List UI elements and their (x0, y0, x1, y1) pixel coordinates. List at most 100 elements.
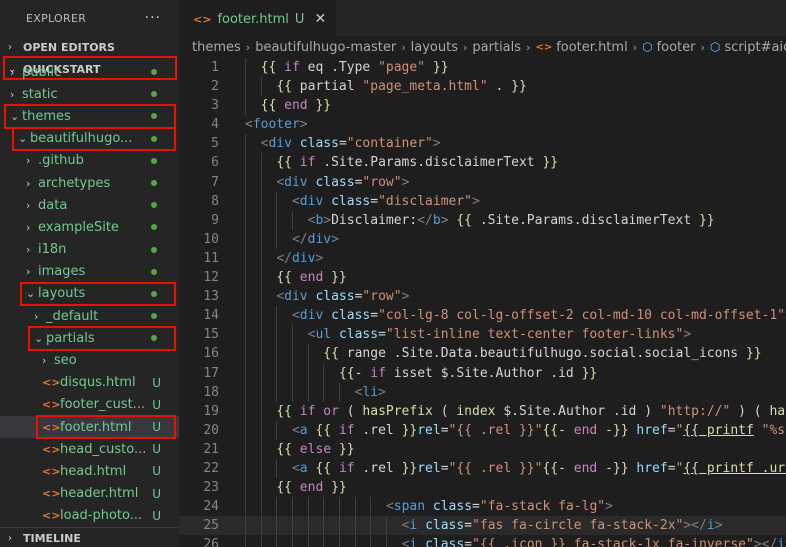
code-line[interactable]: 10 </div> (179, 229, 786, 249)
line-number: 25 (203, 518, 219, 534)
tree-item-layouts[interactable]: ⌄ layouts (0, 283, 179, 305)
more-actions-icon[interactable]: ··· (145, 10, 161, 26)
code-text: {{ partial "page_meta.html" . }} (276, 77, 526, 96)
tree-item-themes[interactable]: ⌄ themes (0, 105, 179, 127)
breadcrumb-item[interactable]: script#aioa-adap (724, 40, 786, 55)
code-editor[interactable]: 1 {{ if eq .Type "page" }} 2 {{ partial "pa… (179, 58, 786, 547)
tree-item-data[interactable]: › data (0, 194, 179, 216)
code-line[interactable]: 11 </div> (179, 248, 786, 269)
code-token: < (291, 193, 300, 209)
code-line[interactable]: 20 <a {{ if .rel }}rel="{{ .rel }}"{{- en… (179, 420, 786, 440)
code-token: > (440, 212, 449, 228)
code-line[interactable]: 9 <b>Disclaimer:</b> {{ .Site.Params.disc… (179, 210, 786, 230)
breadcrumb-item[interactable]: partials (472, 40, 521, 55)
indent-guide (260, 420, 262, 440)
code-text: </div> (276, 249, 323, 268)
code-line[interactable]: 3 {{ end }} (179, 96, 786, 116)
indent-guide (385, 535, 387, 547)
open-editors-label: OPEN EDITORS (23, 40, 115, 54)
indent-guide (260, 478, 262, 498)
tree-item-i18n[interactable]: › i18n (0, 239, 179, 261)
git-status-dot (151, 335, 157, 342)
code-line[interactable]: 13 <div class="row"> (179, 287, 786, 307)
code-token: if (338, 422, 355, 438)
tab-footer-html[interactable]: <> footer.html U ✕ (179, 0, 337, 37)
indent-guide (276, 325, 278, 345)
code-line[interactable]: 16 {{ range .Site.Data.beautifulhugo.soci… (179, 344, 786, 364)
tree-item-default[interactable]: › _default (0, 305, 179, 327)
code-line[interactable]: 18 <li> (179, 382, 786, 402)
code-token: "fa-stack fa-lg" (479, 499, 606, 515)
close-icon[interactable]: ✕ (314, 11, 326, 27)
code-line[interactable]: 6 {{ if .Site.Params.disclaimerText }} (179, 153, 786, 173)
tree-item-label: i18n (38, 242, 67, 258)
tree-item-exampleSite[interactable]: › exampleSite (0, 216, 179, 238)
indent-guide (260, 191, 262, 211)
breadcrumb-item[interactable]: beautifulhugo-master (255, 40, 396, 55)
timeline-section[interactable]: › TIMELINE (0, 527, 179, 547)
html-element-icon: ⬡ (709, 40, 721, 54)
code-line[interactable]: 15 <ul class="list-inline text-center foo… (179, 325, 786, 345)
tree-item-head_custom[interactable]: <> head_custo... U (0, 438, 179, 460)
code-line[interactable]: 17 {{- if isset $.Site.Author .id }} (179, 363, 786, 383)
tree-item-footer[interactable]: <> footer.html U (0, 416, 179, 439)
tree-item-load_photo[interactable]: <> load-photo... U (0, 505, 179, 527)
tree-item-disqus[interactable]: <> disqus.html U (0, 372, 179, 394)
tree-item-github[interactable]: › .github (0, 150, 179, 172)
code-line[interactable]: 2 {{ partial "page_meta.html" . }} (179, 77, 786, 97)
breadcrumb-item[interactable]: themes (192, 40, 241, 55)
code-line[interactable]: 23 {{ end }} (179, 478, 786, 498)
code-line[interactable]: 24 <span class="fa-stack fa-lg"> (179, 497, 786, 517)
tree-item-partials[interactable]: ⌄ partials (0, 327, 179, 349)
code-token: = (370, 308, 379, 324)
indent-guide (323, 516, 325, 536)
code-line[interactable]: 12 {{ end }} (179, 268, 786, 288)
timeline-label: TIMELINE (23, 531, 81, 545)
code-token: > (683, 327, 692, 343)
code-token: "%s" (761, 422, 786, 438)
code-line[interactable]: 5 <div class="container"> (179, 134, 786, 154)
tree-item-seo[interactable]: › seo (0, 349, 179, 371)
code-token: }} (745, 346, 762, 362)
indent-guide (245, 497, 246, 517)
code-line[interactable]: 21 {{ else }} (179, 439, 786, 459)
line-number: 12 (203, 270, 219, 286)
html-file-icon: <> (193, 12, 212, 26)
code-line[interactable]: 1 {{ if eq .Type "page" }} (179, 58, 786, 78)
tree-item-public[interactable]: › public (0, 61, 179, 83)
tree-item-beautifulhugo[interactable]: ⌄ beautifulhugo... (0, 128, 179, 150)
breadcrumb-item[interactable]: footer.html (556, 40, 627, 55)
indent-guide (276, 344, 278, 364)
code-token: class (425, 518, 465, 534)
breadcrumb-item[interactable]: layouts (411, 40, 458, 55)
tree-item-images[interactable]: › images (0, 261, 179, 283)
tree-item-header[interactable]: <> header.html U (0, 483, 179, 505)
code-text: <div class="disclaimer"> (292, 192, 480, 211)
line-number: 7 (211, 174, 219, 190)
tree-item-head[interactable]: <> head.html U (0, 460, 179, 482)
tree-item-footer_custom[interactable]: <> footer_cust... U (0, 394, 179, 416)
tree-item-static[interactable]: › static (0, 83, 179, 105)
code-line[interactable]: 4 <footer> (179, 115, 786, 134)
indent-guide (245, 439, 246, 459)
tree-item-archetypes[interactable]: › archetypes (0, 172, 179, 194)
code-line[interactable]: 7 <div class="row"> (179, 172, 786, 192)
breadcrumb-item[interactable]: footer (657, 40, 696, 55)
indent-guide (260, 439, 262, 459)
indent-guide (354, 516, 356, 536)
open-editors-section[interactable]: › OPEN EDITORS (0, 36, 179, 58)
indent-guide (338, 382, 340, 402)
code-line[interactable]: 22 <a {{ if .rel }}rel="{{ .rel }}"{{- en… (179, 458, 786, 479)
code-line[interactable]: 8 <div class="disclaimer"> (179, 191, 786, 211)
indent-guide (245, 287, 246, 307)
code-token: = (378, 327, 386, 343)
code-line[interactable]: 19 {{ if or ( hasPrefix ( index $.Site.Au… (179, 401, 786, 421)
code-line[interactable]: 26 <i class="{{ .icon }} fa-stack-1x fa-i… (179, 535, 786, 547)
chevron-right-icon: › (26, 265, 31, 279)
code-line[interactable]: 25 <i class="fas fa-circle fa-stack-2x"><… (179, 516, 786, 536)
code-text: {{ if eq .Type "page" }} (261, 58, 449, 77)
code-line[interactable]: 14 <div class="col-lg-8 col-lg-offset-2 c… (179, 306, 786, 326)
